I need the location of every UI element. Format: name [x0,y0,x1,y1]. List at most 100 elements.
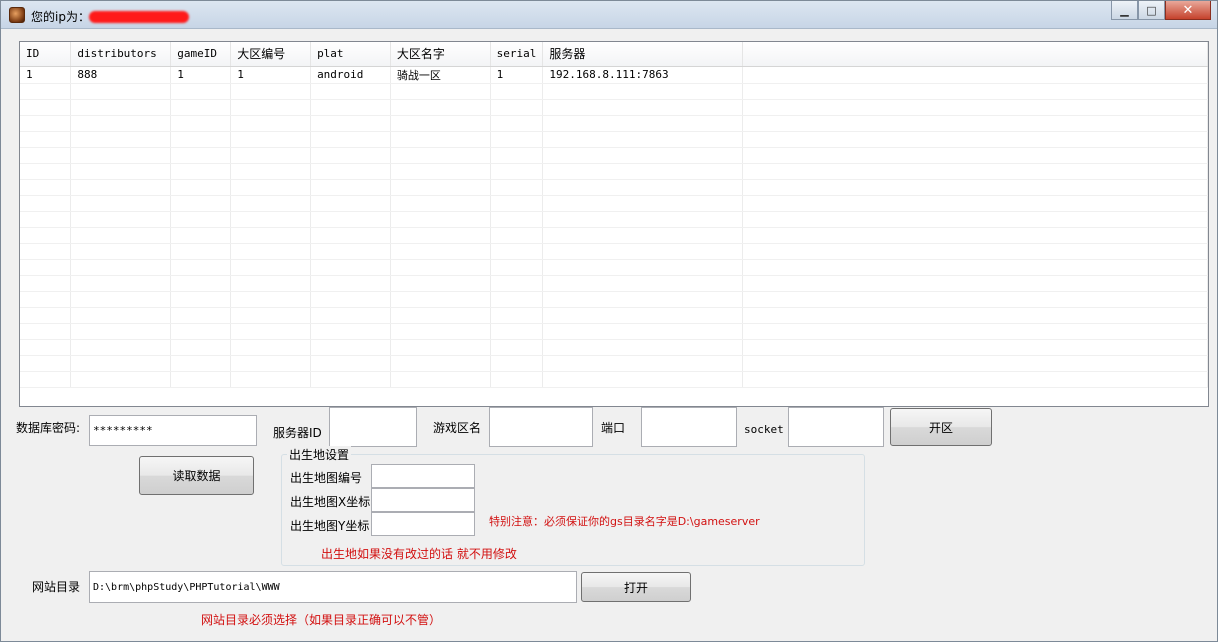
title-bar[interactable]: 您的ip为： ▁ □ ✕ [1,1,1217,29]
empty-cell [70,339,172,356]
empty-cell [230,339,312,356]
zone-name-label: 游戏区名 [433,421,482,435]
empty-cell [742,83,1208,100]
grid-header-row: ID distributors gameID 大区编号 plat 大区名字 se… [20,42,1208,67]
empty-cell [390,211,491,228]
close-button[interactable]: ✕ [1165,1,1211,20]
cell-zone-number[interactable]: 1 [230,66,312,84]
empty-cell [20,163,72,180]
empty-cell [70,227,172,244]
empty-cell [742,355,1208,372]
empty-cell [542,195,743,212]
empty-cell [170,339,232,356]
data-grid[interactable]: ID distributors gameID 大区编号 plat 大区名字 se… [19,41,1209,407]
server-id-label: 服务器ID [273,426,322,440]
empty-cell [20,307,72,324]
socket-input[interactable] [788,407,884,447]
column-header-serial[interactable]: serial [490,42,544,67]
empty-row [20,371,1208,388]
column-header-zone-number[interactable]: 大区编号 [230,42,312,67]
socket-label: socket [744,423,784,436]
empty-cell [310,259,391,276]
empty-cell [310,275,391,292]
db-password-input[interactable] [89,415,257,446]
empty-cell [490,163,544,180]
server-id-input[interactable] [329,407,417,447]
maximize-button[interactable]: □ [1138,1,1165,20]
empty-cell [742,147,1208,164]
empty-cell [70,323,172,340]
empty-row [20,243,1208,260]
empty-row [20,323,1208,340]
empty-row [20,259,1208,276]
empty-cell [70,291,172,308]
cell-filler [742,66,1208,84]
empty-row [20,99,1208,116]
web-dir-input[interactable] [89,571,577,603]
special-note: 特别注意：必须保证你的gs目录名字是D:\gameserver [489,515,760,528]
spawn-x-input[interactable] [371,488,475,512]
empty-cell [70,243,172,260]
port-input[interactable] [641,407,737,447]
empty-cell [70,131,172,148]
empty-cell [170,355,232,372]
cell-plat[interactable]: android [310,66,391,84]
empty-cell [490,307,544,324]
cell-distributors[interactable]: 888 [70,66,172,84]
empty-cell [170,323,232,340]
zone-name-input[interactable] [489,407,593,447]
minimize-button[interactable]: ▁ [1111,1,1138,20]
empty-cell [390,163,491,180]
read-data-button[interactable]: 读取数据 [139,456,254,495]
empty-cell [490,115,544,132]
column-header-server[interactable]: 服务器 [542,42,743,67]
cell-serial[interactable]: 1 [490,66,544,84]
cell-server[interactable]: 192.168.8.111:7863 [542,66,743,84]
empty-cell [490,291,544,308]
empty-cell [20,291,72,308]
open-button[interactable]: 打开 [581,572,691,602]
spawn-y-input[interactable] [371,512,475,536]
empty-cell [170,131,232,148]
column-header-zone-name[interactable]: 大区名字 [390,42,491,67]
empty-cell [230,163,312,180]
app-icon [9,7,25,23]
empty-cell [170,371,232,388]
cell-zone-name[interactable]: 骑战一区 [390,66,491,84]
empty-cell [310,323,391,340]
empty-cell [542,371,743,388]
empty-cell [490,339,544,356]
empty-cell [70,211,172,228]
column-header-filler [742,42,1208,67]
column-header-gameid[interactable]: gameID [170,42,232,67]
empty-cell [170,195,232,212]
cell-id[interactable]: 1 [20,66,72,84]
empty-cell [742,195,1208,212]
empty-cell [310,99,391,116]
empty-cell [20,147,72,164]
empty-row [20,163,1208,180]
empty-cell [542,99,743,116]
empty-row [20,211,1208,228]
empty-cell [170,291,232,308]
empty-row [20,339,1208,356]
empty-cell [742,115,1208,132]
spawn-map-id-input[interactable] [371,464,475,488]
empty-cell [230,147,312,164]
table-row[interactable]: 1 888 1 1 android 骑战一区 1 192.168.8.111:7… [20,66,1208,84]
main-window: 您的ip为： ▁ □ ✕ ID distributors gameID 大区编号… [0,0,1218,642]
db-password-label: 数据库密码: [16,421,81,435]
column-header-id[interactable]: ID [20,42,72,67]
web-dir-note: 网站目录必须选择（如果目录正确可以不管） [201,613,442,627]
cell-gameid[interactable]: 1 [170,66,232,84]
column-header-distributors[interactable]: distributors [70,42,172,67]
empty-cell [230,211,312,228]
empty-cell [230,323,312,340]
empty-cell [742,339,1208,356]
empty-cell [390,339,491,356]
empty-cell [70,259,172,276]
column-header-plat[interactable]: plat [310,42,391,67]
redacted-ip [89,11,189,23]
empty-cell [310,339,391,356]
open-zone-button[interactable]: 开区 [890,408,992,446]
